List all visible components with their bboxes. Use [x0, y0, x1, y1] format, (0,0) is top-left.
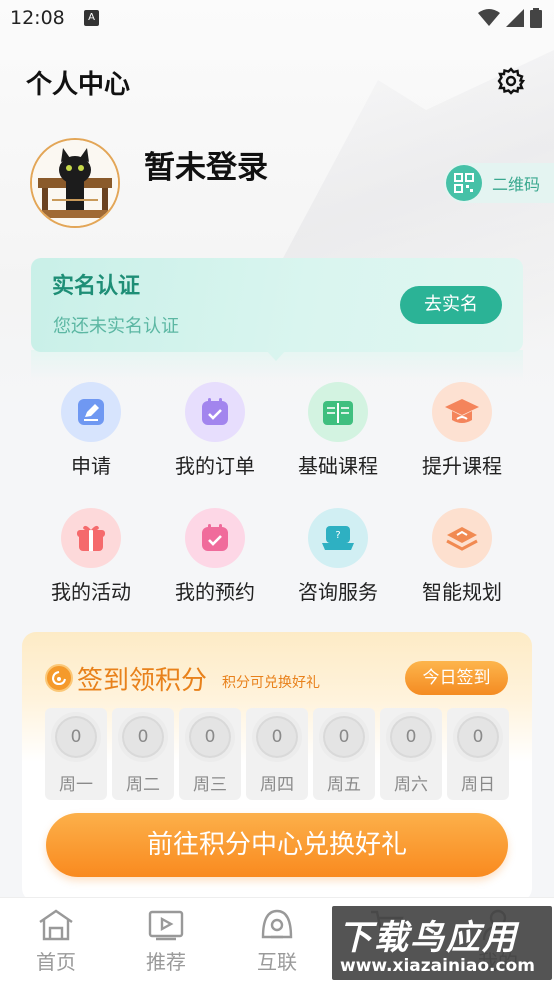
page-title: 个人中心	[26, 70, 131, 100]
battery-icon	[530, 8, 542, 28]
checkin-day: 0 周三	[179, 708, 241, 800]
verify-title: 实名认证	[52, 274, 141, 299]
layers-icon	[432, 508, 492, 568]
menu-label: 智能规划	[422, 580, 502, 604]
graduation-cap-icon	[432, 382, 492, 442]
checkin-card: 签到领积分 积分可兑换好礼 今日签到 0 周一 0 周二 0 周三 0 周四 0…	[22, 632, 532, 902]
day-points: 0	[319, 712, 369, 762]
menu-item-activities[interactable]: 我的活动	[29, 508, 153, 605]
status-bar: 12:08 A	[0, 0, 554, 40]
gift-icon	[61, 508, 121, 568]
status-time: 12:08	[10, 7, 65, 29]
menu-label: 我的订单	[175, 454, 255, 478]
menu-item-consult[interactable]: ? 咨询服务	[276, 508, 400, 605]
book-icon	[308, 382, 368, 442]
checkin-day: 0 周四	[246, 708, 308, 800]
menu-label: 我的预约	[175, 580, 255, 604]
day-label: 周一	[59, 775, 93, 795]
verify-subtitle: 您还未实名认证	[53, 316, 179, 337]
day-label: 周四	[260, 775, 294, 795]
login-status[interactable]: 暂未登录	[144, 142, 268, 187]
connect-icon	[257, 908, 297, 942]
points-coin-icon	[45, 664, 73, 692]
calendar-icon	[185, 508, 245, 568]
menu-label: 我的活动	[51, 580, 131, 604]
play-icon	[146, 908, 186, 942]
checkin-day: 0 周一	[45, 708, 107, 800]
tab-label: 互联	[257, 950, 297, 974]
day-points: 0	[185, 712, 235, 762]
wifi-icon	[478, 9, 500, 26]
day-label: 周日	[461, 775, 495, 795]
status-icons	[478, 8, 542, 28]
avatar[interactable]	[30, 138, 120, 228]
tab-home[interactable]: 首页	[16, 908, 96, 975]
home-icon	[36, 908, 76, 942]
day-label: 周三	[193, 775, 227, 795]
day-points: 0	[386, 712, 436, 762]
svg-text:?: ?	[335, 530, 340, 541]
menu-item-planning[interactable]: 智能规划	[400, 508, 524, 605]
checkin-day: 0 周日	[447, 708, 509, 800]
watermark-url: www.xiazainiao.com	[340, 956, 535, 976]
daily-checkin-button[interactable]: 今日签到	[405, 661, 508, 695]
day-label: 周二	[126, 775, 160, 795]
menu-item-orders[interactable]: 我的订单	[153, 382, 277, 479]
menu-label: 基础课程	[298, 454, 378, 478]
consult-icon: ?	[308, 508, 368, 568]
signal-icon	[506, 9, 524, 27]
menu-label: 提升课程	[422, 454, 502, 478]
verify-card-pointer	[266, 350, 286, 361]
checkin-day: 0 周二	[112, 708, 174, 800]
tab-connect[interactable]: 互联	[237, 908, 317, 975]
gear-icon[interactable]	[497, 67, 526, 95]
watermark-title: 下载鸟应用	[338, 918, 518, 958]
checkin-title: 签到领积分	[77, 666, 208, 696]
menu-label: 咨询服务	[298, 580, 378, 604]
real-name-verify-card[interactable]: 实名认证 您还未实名认证 去实名	[31, 258, 523, 352]
tab-label: 推荐	[146, 950, 186, 974]
tab-label: 首页	[36, 950, 76, 974]
checkin-day: 0 周六	[380, 708, 442, 800]
day-points: 0	[252, 712, 302, 762]
edit-icon	[61, 382, 121, 442]
day-points: 0	[51, 712, 101, 762]
notification-icon: A	[84, 10, 99, 26]
points-exchange-button[interactable]: 前往积分中心兑换好礼	[46, 813, 508, 877]
day-points: 0	[453, 712, 503, 762]
day-points: 0	[118, 712, 168, 762]
verify-button[interactable]: 去实名	[400, 286, 502, 324]
qr-code-label: 二维码	[492, 175, 541, 194]
menu-item-basic-course[interactable]: 基础课程	[276, 382, 400, 479]
menu-item-appointments[interactable]: 我的预约	[153, 508, 277, 605]
qr-code-icon	[446, 165, 482, 201]
site-watermark: 下载鸟应用 www.xiazainiao.com	[332, 906, 552, 980]
menu-label: 申请	[71, 454, 111, 478]
checkin-subtitle: 积分可兑换好礼	[222, 675, 320, 691]
checkin-day: 0 周五	[313, 708, 375, 800]
tab-recommend[interactable]: 推荐	[126, 908, 206, 975]
qr-code-button[interactable]: 二维码	[444, 163, 554, 203]
day-label: 周六	[394, 775, 428, 795]
order-icon	[185, 382, 245, 442]
menu-item-apply[interactable]: 申请	[29, 382, 153, 479]
menu-item-advanced-course[interactable]: 提升课程	[400, 382, 524, 479]
day-label: 周五	[327, 775, 361, 795]
